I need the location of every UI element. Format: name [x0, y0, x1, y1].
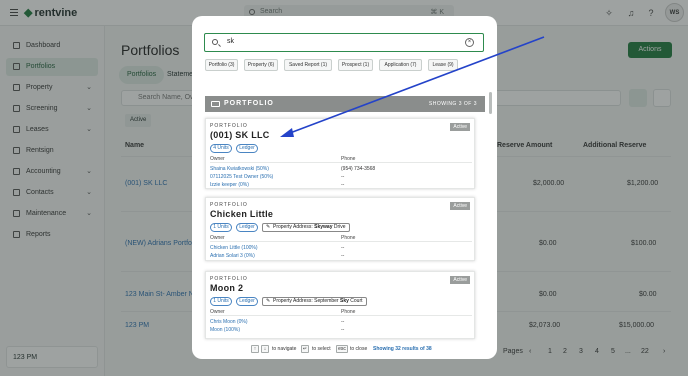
key-up-icon: ↑ — [251, 345, 259, 353]
ledger-pill[interactable]: Ledger — [236, 297, 258, 306]
status-badge: Active — [450, 276, 470, 284]
owner-phone: -- — [341, 319, 345, 325]
filter-chip-application[interactable]: Application (7) — [379, 59, 422, 71]
status-badge: Active — [450, 123, 470, 131]
card-title[interactable]: (001) SK LLC — [210, 130, 270, 140]
owner-phone: -- — [341, 182, 345, 188]
status-badge: Active — [450, 202, 470, 210]
search-icon — [212, 39, 218, 45]
card-title[interactable]: Chicken Little — [210, 209, 273, 219]
filter-chip-prospect[interactable]: Prospect (1) — [338, 59, 373, 71]
section-count: SHOWING 3 OF 3 — [428, 101, 477, 107]
select-hint: to select — [312, 346, 331, 352]
units-pill[interactable]: 1 Units — [210, 223, 232, 232]
results-count: Showing 32 results of 38 — [373, 346, 432, 352]
filter-chip-property[interactable]: Property (6) — [244, 59, 278, 71]
divider — [210, 315, 472, 316]
map-pin-icon: ✎ — [266, 298, 271, 304]
owner-phone: -- — [341, 174, 345, 180]
ledger-pill[interactable]: Ledger — [236, 223, 258, 232]
owner-phone: -- — [341, 245, 345, 251]
result-type-filters: Portfolio (3) Property (6) Saved Report … — [205, 59, 485, 71]
modal-search-value: sk — [227, 38, 234, 45]
result-card[interactable]: PORTFOLIO (001) SK LLC Active 4 Units Le… — [205, 118, 475, 189]
key-down-icon: ↓ — [261, 345, 269, 353]
owner-link[interactable]: Moon (100%) — [210, 327, 240, 333]
modal-search-input[interactable]: sk × — [204, 33, 484, 52]
address-prefix: Property Address: — [273, 224, 313, 230]
address-suffix: Drive — [333, 224, 346, 230]
map-pin-icon: ✎ — [266, 224, 271, 230]
owner-link[interactable]: Shaina Kwiatkowski (50%) — [210, 166, 269, 172]
search-results: PORTFOLIO SHOWING 3 OF 3 PORTFOLIO (001)… — [192, 76, 497, 344]
result-card[interactable]: PORTFOLIO Chicken Little Active 1 Units … — [205, 197, 475, 261]
card-title[interactable]: Moon 2 — [210, 283, 243, 293]
owner-phone: (954) 734-3568 — [341, 166, 376, 172]
folder-icon — [211, 101, 220, 107]
property-address-badge[interactable]: ✎ Property Address: Skyway Drive — [262, 223, 350, 232]
divider — [210, 241, 472, 242]
filter-chip-portfolio[interactable]: Portfolio (3) — [205, 59, 238, 71]
divider — [210, 162, 472, 163]
clear-search-icon[interactable]: × — [465, 38, 474, 47]
owner-link[interactable]: Chris Moon (0%) — [210, 319, 248, 325]
owner-link[interactable]: Chicken Little (100%) — [210, 245, 258, 251]
owner-link[interactable]: Izzie keeper (0%) — [210, 182, 249, 188]
address-prefix: Property Address: September — [273, 298, 339, 304]
card-kicker: PORTFOLIO — [210, 202, 248, 208]
modal-footer: ↑ ↓ to navigate ↵ to select esc to close… — [192, 344, 497, 359]
card-kicker: PORTFOLIO — [210, 123, 248, 129]
address-match: Sky — [339, 298, 349, 304]
global-search-modal: sk × Portfolio (3) Property (6) Saved Re… — [192, 16, 497, 359]
owner-link[interactable]: Adrian Solari 3 (0%) — [210, 253, 255, 259]
key-enter-icon: ↵ — [301, 345, 309, 353]
property-address-badge[interactable]: ✎ Property Address: September Sky Court — [262, 297, 367, 306]
units-pill[interactable]: 4 Units — [210, 144, 232, 153]
filter-chip-lease[interactable]: Lease (9) — [428, 59, 458, 71]
result-card[interactable]: PORTFOLIO Moon 2 Active 1 Units Ledger ✎… — [205, 271, 475, 339]
section-title: PORTFOLIO — [224, 100, 274, 107]
ledger-pill[interactable]: Ledger — [236, 144, 258, 153]
card-kicker: PORTFOLIO — [210, 276, 248, 282]
key-esc-icon: esc — [336, 345, 348, 353]
owner-phone: -- — [341, 327, 345, 333]
navigate-hint: to navigate — [272, 346, 297, 352]
units-pill[interactable]: 1 Units — [210, 297, 232, 306]
close-hint: to close — [350, 346, 368, 352]
filter-chip-saved-report[interactable]: Saved Report (1) — [284, 59, 332, 71]
section-header-portfolio: PORTFOLIO SHOWING 3 OF 3 — [205, 96, 485, 112]
owner-link[interactable]: 07112025 Test Owner (50%) — [210, 174, 273, 180]
address-suffix: Court — [350, 298, 363, 304]
address-match: Skyway — [314, 224, 333, 230]
owner-phone: -- — [341, 253, 345, 259]
